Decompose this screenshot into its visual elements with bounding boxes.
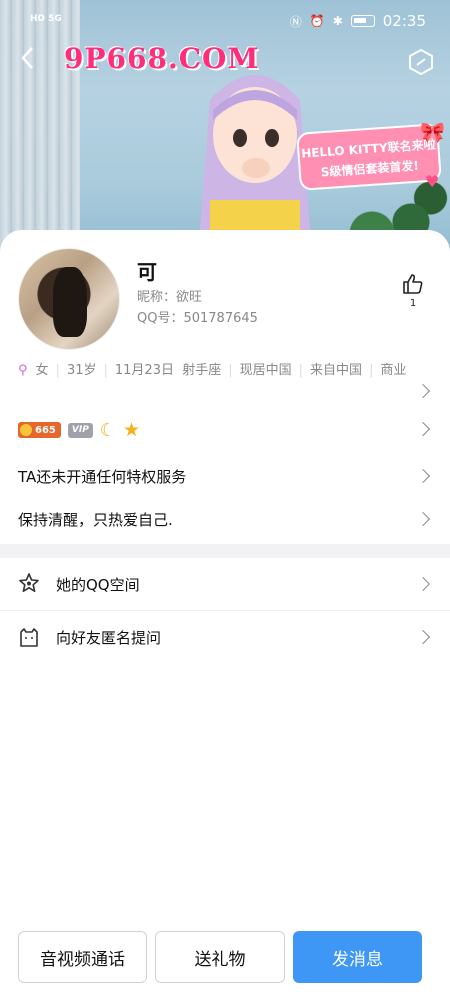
info-occupation: 商业 — [380, 363, 407, 378]
vip-badge: VIP — [67, 422, 93, 438]
coin-icon — [20, 424, 32, 436]
profile-qq-number: QQ号：501787645 — [137, 311, 258, 326]
profile-nickname: 昵称：欲旺 — [137, 290, 203, 305]
send-message-button[interactable]: 发消息 — [293, 931, 422, 983]
hexagon-slash-icon — [409, 48, 433, 76]
avatar[interactable] — [18, 248, 120, 350]
bow-icon: 🎀 — [420, 120, 445, 144]
like-button[interactable]: 1 — [400, 272, 426, 309]
profile-info-line[interactable]: ⚲ 女 | 31岁 | 11月23日 射手座 | 现居中国 | 来自中国 | 商业 — [18, 360, 413, 382]
back-button[interactable] — [12, 46, 42, 80]
status-time: 02:35 — [382, 12, 426, 30]
status-bar: HD 5G Ⓝ ⏰ ✱ 02:35 — [0, 0, 450, 40]
coin-value: 665 — [35, 424, 56, 436]
coin-badge: 665 — [18, 422, 61, 438]
battery-icon — [350, 15, 375, 27]
watermark-text: 9P668.COM — [64, 42, 260, 75]
profile-name: 可 — [137, 260, 157, 284]
bluetooth-icon: ✱ — [332, 14, 343, 28]
section-divider — [0, 544, 450, 558]
info-hometown: 来自中国 — [310, 363, 363, 378]
female-gender-icon: ⚲ — [18, 363, 28, 378]
info-gender: 女 — [35, 363, 49, 378]
info-location: 现居中国 — [239, 363, 292, 378]
nfc-icon: Ⓝ — [289, 14, 302, 29]
info-zodiac: 射手座 — [182, 363, 222, 378]
call-button[interactable]: 音视频通话 — [18, 931, 147, 983]
alarm-icon: ⏰ — [309, 14, 325, 28]
badge-row[interactable]: 665 VIP ☾ ★ — [18, 419, 140, 441]
star-icon: ★ — [122, 419, 140, 441]
signature[interactable]: 保持清醒，只热爱自己. — [18, 509, 173, 530]
star-outline-icon — [18, 572, 40, 594]
moon-icon: ☾ — [99, 419, 116, 441]
settings-button[interactable] — [408, 48, 434, 76]
qzone-link[interactable]: 她的QQ空间 — [56, 574, 140, 595]
menu-divider — [0, 610, 450, 611]
privilege-status[interactable]: TA还未开通任何特权服务 — [18, 466, 186, 487]
thumbs-up-icon — [403, 274, 423, 294]
send-gift-button[interactable]: 送礼物 — [155, 931, 285, 983]
heart-icon: ♥ — [425, 172, 440, 191]
cat-question-icon — [18, 626, 40, 648]
like-count: 1 — [409, 298, 417, 309]
info-birthday: 11月23日 — [114, 363, 174, 378]
network-indicator: HD 5G — [30, 14, 62, 24]
anonymous-question-link[interactable]: 向好友匿名提问 — [56, 627, 161, 648]
info-age: 31岁 — [66, 363, 97, 378]
chevron-left-icon — [21, 47, 33, 69]
